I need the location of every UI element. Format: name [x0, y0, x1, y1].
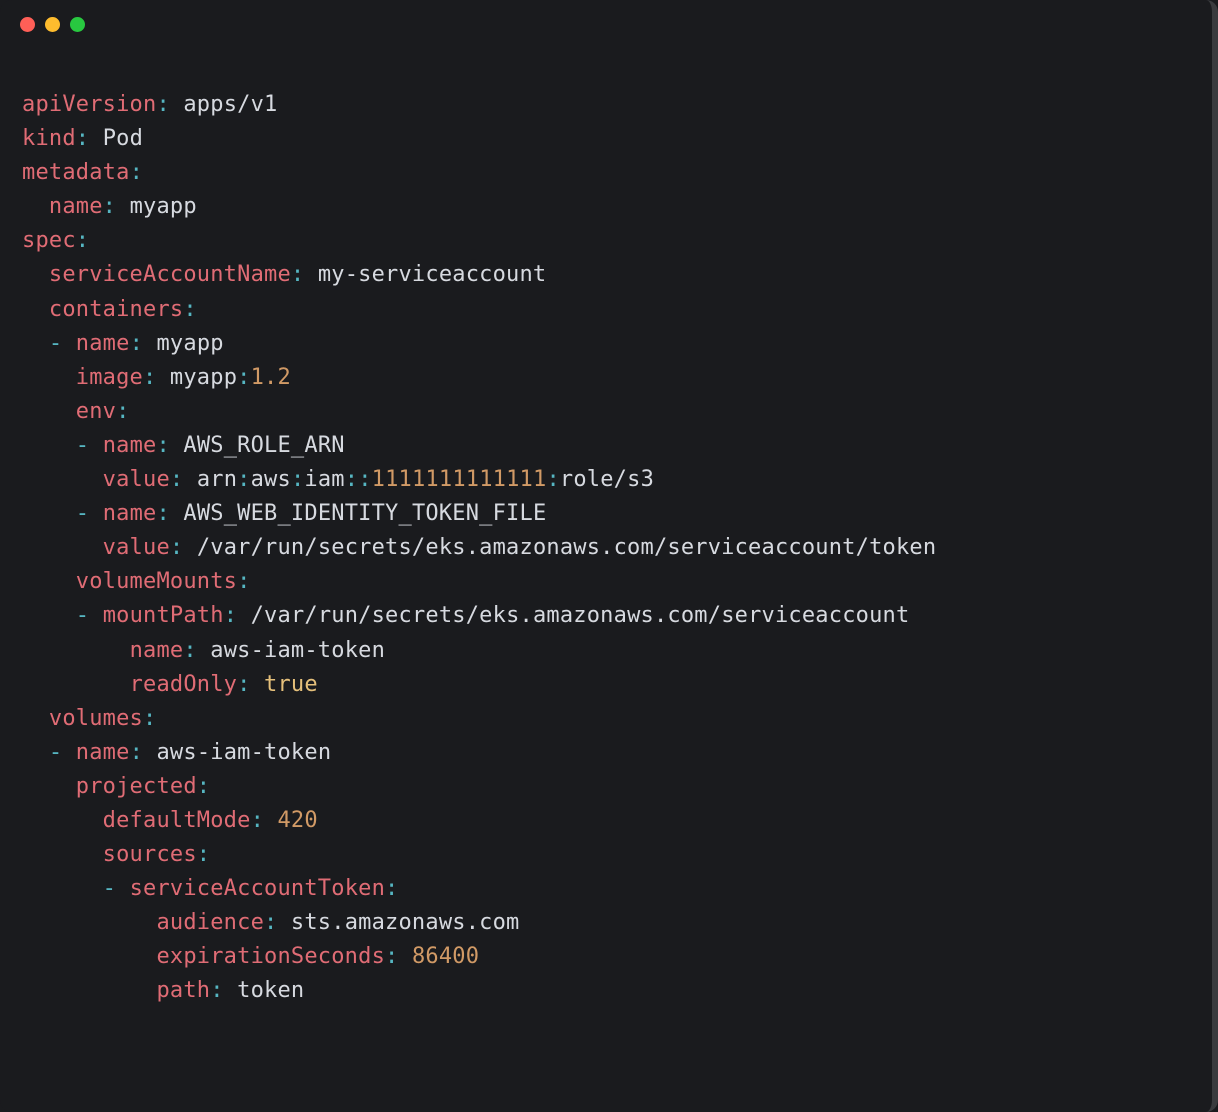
colon: : [237, 365, 250, 390]
colon: : [130, 160, 143, 185]
yaml-key: spec [22, 228, 76, 253]
yaml-key: env [76, 399, 116, 424]
yaml-value: AWS_ROLE_ARN [183, 433, 344, 458]
yaml-key: serviceAccountName [49, 262, 291, 287]
yaml-key: expirationSeconds [156, 944, 385, 969]
dash: - [76, 433, 89, 458]
yaml-key: containers [49, 297, 183, 322]
minimize-icon[interactable] [45, 17, 60, 32]
colon: : [237, 569, 250, 594]
colon: : [264, 910, 277, 935]
yaml-key: volumes [49, 706, 143, 731]
colon: : [224, 603, 237, 628]
terminal-window: apiVersion: apps/v1 kind: Pod metadata: … [0, 0, 1218, 1112]
colon: : [385, 876, 398, 901]
colon: : [156, 501, 169, 526]
yaml-value: myapp [156, 331, 223, 356]
colon: : [130, 740, 143, 765]
yaml-number: 1.2 [251, 365, 291, 390]
yaml-key: mountPath [103, 603, 224, 628]
colon: : [76, 126, 89, 151]
colon: : [251, 808, 264, 833]
colon: : [358, 467, 371, 492]
colon: : [291, 262, 304, 287]
yaml-key: name [49, 194, 103, 219]
colon: : [183, 638, 196, 663]
yaml-number: 1111111111111 [372, 467, 547, 492]
yaml-key: kind [22, 126, 76, 151]
yaml-number: 86400 [412, 944, 479, 969]
yaml-key: readOnly [130, 672, 238, 697]
yaml-key: name [130, 638, 184, 663]
yaml-value: apps/v1 [183, 92, 277, 117]
yaml-key: image [76, 365, 143, 390]
colon: : [183, 297, 196, 322]
yaml-value: role/s3 [560, 467, 654, 492]
dash: - [49, 331, 62, 356]
yaml-value: my-serviceaccount [318, 262, 547, 287]
colon: : [210, 978, 223, 1003]
yaml-key: apiVersion [22, 92, 156, 117]
code-block: apiVersion: apps/v1 kind: Pod metadata: … [0, 48, 1212, 1031]
colon: : [170, 467, 183, 492]
colon: : [130, 331, 143, 356]
yaml-key: audience [156, 910, 264, 935]
colon: : [103, 194, 116, 219]
colon: : [546, 467, 559, 492]
colon: : [116, 399, 129, 424]
yaml-key: serviceAccountToken [130, 876, 385, 901]
yaml-value: token [237, 978, 304, 1003]
colon: : [76, 228, 89, 253]
yaml-key: volumeMounts [76, 569, 237, 594]
yaml-key: value [103, 535, 170, 560]
yaml-key: sources [103, 842, 197, 867]
yaml-key: name [103, 433, 157, 458]
dash: - [103, 876, 116, 901]
colon: : [143, 706, 156, 731]
close-icon[interactable] [20, 17, 35, 32]
titlebar [0, 0, 1212, 48]
colon: : [197, 774, 210, 799]
colon: : [237, 672, 250, 697]
yaml-value: Pod [103, 126, 143, 151]
yaml-key: path [156, 978, 210, 1003]
yaml-value: /var/run/secrets/eks.amazonaws.com/servi… [197, 535, 936, 560]
colon: : [237, 467, 250, 492]
colon: : [143, 365, 156, 390]
yaml-value: sts.amazonaws.com [291, 910, 520, 935]
yaml-key: metadata [22, 160, 130, 185]
dash: - [76, 501, 89, 526]
colon: : [156, 433, 169, 458]
colon: : [385, 944, 398, 969]
yaml-key: projected [76, 774, 197, 799]
yaml-key: name [76, 740, 130, 765]
maximize-icon[interactable] [70, 17, 85, 32]
colon: : [156, 92, 169, 117]
yaml-value: arn [197, 467, 237, 492]
dash: - [76, 603, 89, 628]
yaml-value: aws-iam-token [156, 740, 331, 765]
yaml-value: /var/run/secrets/eks.amazonaws.com/servi… [251, 603, 910, 628]
colon: : [345, 467, 358, 492]
yaml-value: iam [304, 467, 344, 492]
colon: : [291, 467, 304, 492]
yaml-boolean: true [264, 672, 318, 697]
yaml-key: defaultMode [103, 808, 251, 833]
yaml-key: name [103, 501, 157, 526]
yaml-key: value [103, 467, 170, 492]
yaml-value: AWS_WEB_IDENTITY_TOKEN_FILE [183, 501, 546, 526]
yaml-number: 420 [277, 808, 317, 833]
yaml-value: myapp [170, 365, 237, 390]
yaml-value: aws-iam-token [210, 638, 385, 663]
colon: : [197, 842, 210, 867]
yaml-value: aws [251, 467, 291, 492]
colon: : [170, 535, 183, 560]
yaml-key: name [76, 331, 130, 356]
dash: - [49, 740, 62, 765]
yaml-value: myapp [130, 194, 197, 219]
